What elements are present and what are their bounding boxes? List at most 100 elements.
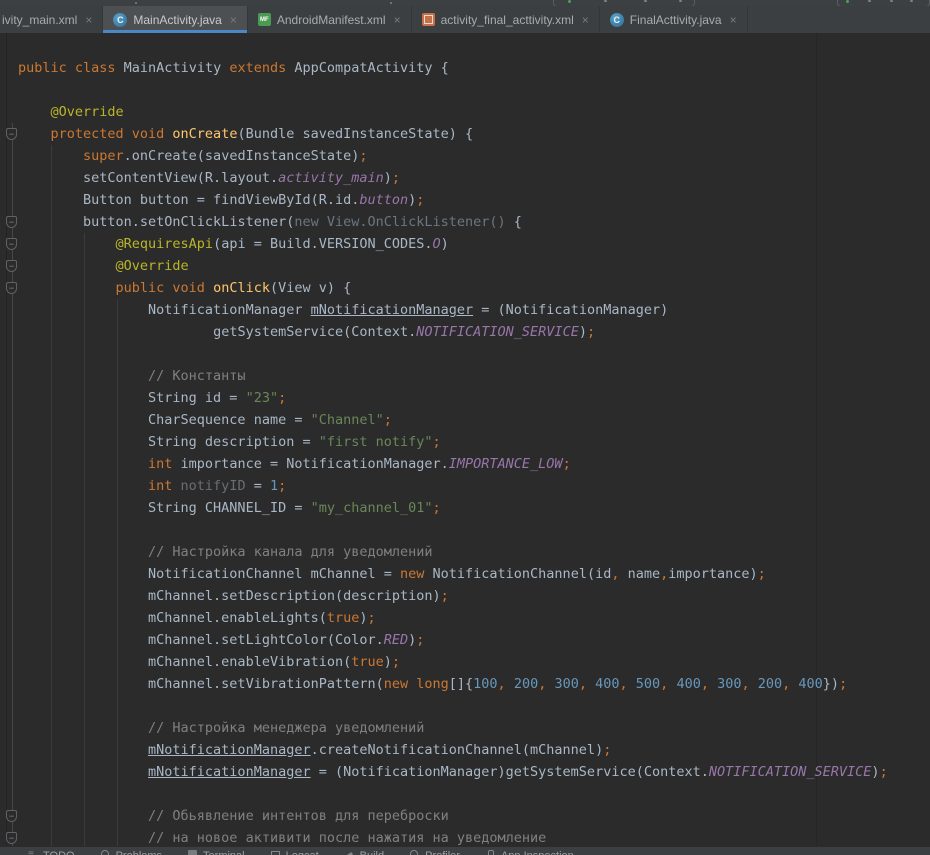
logcat-icon xyxy=(271,850,281,855)
code-line: // Обьявление интентов для переброски xyxy=(18,805,888,827)
tool-window-button-profiler[interactable]: Profiler xyxy=(410,850,460,855)
manifest-icon: MF xyxy=(258,13,271,26)
code-line: Button button = findViewById(R.id.button… xyxy=(18,189,888,211)
fold-marker-icon[interactable]: − xyxy=(6,282,17,294)
tool-window-bar: ≡ TODO Problems Terminal Logcat Build Profiler… xyxy=(0,846,930,855)
code-line: protected void onCreate(Bundle savedInst… xyxy=(18,123,888,145)
code-line: mChannel.enableVibration(true); xyxy=(18,651,888,673)
tab-label: AndroidManifest.xml xyxy=(277,13,386,27)
tab-label: MainActivity.java xyxy=(133,13,221,27)
code-line: super.onCreate(savedInstanceState); xyxy=(18,145,888,167)
code-editor[interactable]: public class MainActivity extends AppCom… xyxy=(0,33,930,846)
editor-tab-bar: ivity_main.xml × C MainActivity.java × MF Andr… xyxy=(0,6,930,33)
code-line: NotificationManager mNotificationManager… xyxy=(18,299,888,321)
toolbar-dot xyxy=(868,0,871,2)
tool-window-button-todo[interactable]: ≡ TODO xyxy=(28,850,75,855)
tool-window-button-terminal[interactable]: Terminal xyxy=(188,850,245,855)
tool-window-button-label: Logcat xyxy=(286,850,319,855)
tool-window-button-build[interactable]: Build xyxy=(345,850,384,855)
code-line: mChannel.enableLights(true); xyxy=(18,607,888,629)
toolbar-dot xyxy=(135,2,137,4)
tool-window-button-label: Problems xyxy=(116,850,162,855)
toolbar-dot xyxy=(890,0,893,2)
code-line: button.setOnClickListener(new View.OnCli… xyxy=(18,211,888,233)
close-icon[interactable]: × xyxy=(582,13,589,27)
run-icon[interactable] xyxy=(846,0,849,3)
code-line: NotificationChannel mChannel = new Notif… xyxy=(18,563,888,585)
tool-window-button-logcat[interactable]: Logcat xyxy=(271,850,319,855)
close-icon[interactable]: × xyxy=(230,13,237,27)
code-line: String id = "23"; xyxy=(18,387,888,409)
code-line xyxy=(18,79,888,101)
code-line: String description = "first notify"; xyxy=(18,431,888,453)
tool-window-button-label: App Inspection xyxy=(501,850,574,855)
code-line xyxy=(18,519,888,541)
code-line: int notifyID = 1; xyxy=(18,475,888,497)
run-icon[interactable] xyxy=(568,0,571,3)
problems-icon xyxy=(101,850,111,855)
tab-final-acttivity-java[interactable]: C FinalActtivity.java × xyxy=(600,6,748,33)
build-icon xyxy=(345,850,355,855)
fold-marker-icon[interactable]: − xyxy=(6,832,17,844)
code-line: @Override xyxy=(18,101,888,123)
tab-android-manifest-xml[interactable]: MF AndroidManifest.xml × xyxy=(248,6,412,33)
todo-icon: ≡ xyxy=(28,850,38,855)
fold-marker-icon[interactable]: − xyxy=(6,238,17,250)
code-line xyxy=(18,343,888,365)
ide-window: ivity_main.xml × C MainActivity.java × MF Andr… xyxy=(0,0,930,855)
app-inspection-icon xyxy=(486,850,496,855)
code-line: mNotificationManager.createNotificationC… xyxy=(18,739,888,761)
code-line: getSystemService(Context.NOTIFICATION_SE… xyxy=(18,321,888,343)
tab-label: ivity_main.xml xyxy=(2,13,77,27)
code-line xyxy=(18,695,888,717)
toolbar-dot xyxy=(604,0,607,2)
close-icon[interactable]: × xyxy=(85,13,92,27)
close-icon[interactable]: × xyxy=(730,13,737,27)
tool-window-button-label: Build xyxy=(360,850,384,855)
tab-main-activity-java[interactable]: C MainActivity.java × xyxy=(103,6,248,33)
tool-window-button-label: Terminal xyxy=(203,850,245,855)
code-line: @RequiresApi(api = Build.VERSION_CODES.O… xyxy=(18,233,888,255)
code-line: // на новое активити после нажатия на ув… xyxy=(18,827,888,846)
code-line: int importance = NotificationManager.IMP… xyxy=(18,453,888,475)
tool-window-button-app-inspection[interactable]: App Inspection xyxy=(486,850,574,855)
close-icon[interactable]: × xyxy=(394,13,401,27)
code-line: public void onClick(View v) { xyxy=(18,277,888,299)
tool-window-button-label: Profiler xyxy=(425,850,460,855)
code-line: // Настройка менеджера уведомлений xyxy=(18,717,888,739)
profiler-icon xyxy=(410,850,420,855)
tab-activity-main-xml[interactable]: ivity_main.xml × xyxy=(0,6,103,33)
terminal-icon xyxy=(188,850,198,855)
java-class-icon: C xyxy=(113,13,127,27)
gutter-fold-line xyxy=(12,123,13,846)
code-area[interactable]: public class MainActivity extends AppCom… xyxy=(18,57,888,846)
code-line: mChannel.setDescription(description); xyxy=(18,585,888,607)
code-line: CharSequence name = "Channel"; xyxy=(18,409,888,431)
code-line: setContentView(R.layout.activity_main); xyxy=(18,167,888,189)
java-class-icon: C xyxy=(610,13,624,27)
fold-marker-icon[interactable]: − xyxy=(6,128,17,140)
tab-label: activity_final_acttivity.xml xyxy=(441,13,574,27)
toolbar-dot xyxy=(679,0,682,2)
fold-marker-icon[interactable]: − xyxy=(6,216,17,228)
code-line: mChannel.setLightColor(Color.RED); xyxy=(18,629,888,651)
code-line xyxy=(18,783,888,805)
code-line: // Константы xyxy=(18,365,888,387)
layout-xml-icon xyxy=(422,13,435,26)
toolbar-dot xyxy=(644,0,647,2)
code-line: // Настройка канала для уведомлений xyxy=(18,541,888,563)
code-line: mNotificationManager = (NotificationMana… xyxy=(18,761,888,783)
fold-marker-icon[interactable]: − xyxy=(6,260,17,272)
code-line: mChannel.setVibrationPattern(new long[]{… xyxy=(18,673,888,695)
tab-label: FinalActtivity.java xyxy=(630,13,722,27)
tab-activity-final-acttivity-xml[interactable]: activity_final_acttivity.xml × xyxy=(412,6,600,33)
fold-marker-icon[interactable]: − xyxy=(6,810,17,822)
toolbar-dot xyxy=(910,0,913,2)
code-line: public class MainActivity extends AppCom… xyxy=(18,57,888,79)
window-edge-line xyxy=(6,33,7,846)
code-line: String CHANNEL_ID = "my_channel_01"; xyxy=(18,497,888,519)
tool-window-button-problems[interactable]: Problems xyxy=(101,850,162,855)
toolbar-dot xyxy=(390,2,392,4)
code-line: @Override xyxy=(18,255,888,277)
tool-window-button-label: TODO xyxy=(43,850,75,855)
